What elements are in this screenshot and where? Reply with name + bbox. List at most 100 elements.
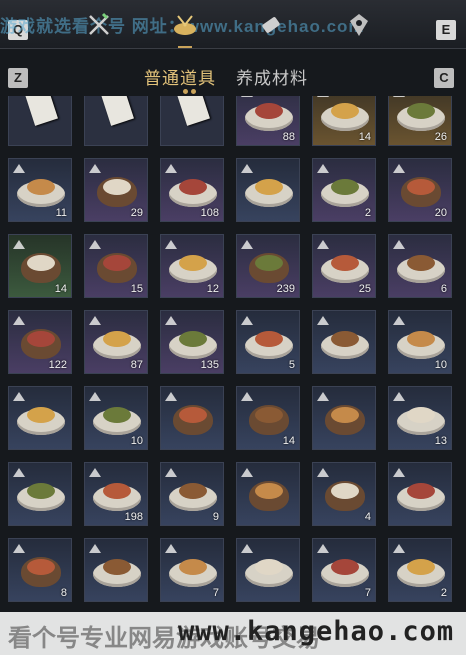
- rank-badge-icon: [317, 392, 329, 401]
- inventory-slot[interactable]: 87: [84, 310, 148, 374]
- inventory-slot[interactable]: 198: [84, 462, 148, 526]
- item-quantity: 10: [130, 435, 143, 447]
- inventory-slot[interactable]: [312, 386, 376, 450]
- item-quantity: 13: [434, 435, 447, 447]
- inventory-slot[interactable]: 108: [160, 158, 224, 222]
- inventory-slot[interactable]: [8, 462, 72, 526]
- inventory-slot[interactable]: 8: [8, 538, 72, 602]
- rank-badge-icon: [89, 240, 101, 249]
- rank-badge-icon: [13, 240, 25, 249]
- rank-badge-icon: [393, 392, 405, 401]
- watermark-bottom: 看个号专业网易游戏账号交易 www.kangehao.com: [0, 612, 466, 655]
- active-tab-indicator-2: [191, 89, 196, 94]
- item-quantity: 88: [282, 131, 295, 143]
- item-quantity: 11: [55, 207, 67, 219]
- rank-badge-icon: [393, 544, 405, 553]
- rank-badge-icon: [317, 468, 329, 477]
- inventory-slot[interactable]: 14: [312, 96, 376, 146]
- rank-badge-icon: [393, 164, 405, 173]
- item-quantity: 2: [364, 207, 371, 219]
- inventory-slot[interactable]: 12: [160, 234, 224, 298]
- tab-materials[interactable]: 养成材料: [236, 64, 308, 89]
- inventory-slot[interactable]: [8, 386, 72, 450]
- inventory-slot[interactable]: 29: [84, 158, 148, 222]
- rank-badge-icon: [89, 544, 101, 553]
- item-quantity: 10: [434, 359, 447, 371]
- key-c[interactable]: C: [434, 68, 454, 88]
- inventory-slot[interactable]: 13: [388, 386, 452, 450]
- inventory-slot[interactable]: 4: [312, 462, 376, 526]
- inventory-slot[interactable]: [160, 96, 224, 146]
- rank-badge-icon: [165, 468, 177, 477]
- rank-badge-icon: [393, 240, 405, 249]
- weapon-icon[interactable]: [86, 12, 112, 38]
- item-quantity: 108: [200, 207, 219, 219]
- item-quantity: 29: [130, 207, 143, 219]
- key-z[interactable]: Z: [8, 68, 28, 88]
- inventory-slot[interactable]: [160, 386, 224, 450]
- ticket-icon: [9, 96, 71, 145]
- inventory-slot[interactable]: 7: [160, 538, 224, 602]
- inventory-slot[interactable]: 2: [312, 158, 376, 222]
- inventory-slot[interactable]: [388, 462, 452, 526]
- inventory-slot[interactable]: 7: [312, 538, 376, 602]
- item-quantity: 6: [440, 283, 447, 295]
- item-quantity: 14: [358, 131, 371, 143]
- inventory-slot[interactable]: 10: [84, 386, 148, 450]
- rank-badge-icon: [317, 240, 329, 249]
- rank-badge-icon: [241, 96, 253, 97]
- rank-badge-icon: [165, 316, 177, 325]
- item-quantity: 12: [206, 283, 219, 295]
- inventory-slot[interactable]: 6: [388, 234, 452, 298]
- inventory-slot[interactable]: [236, 538, 300, 602]
- inventory-slot[interactable]: 11: [8, 158, 72, 222]
- watermark-top: 游戏就选看个号 网址：www.kangehao.com: [0, 17, 365, 36]
- item-quantity: 9: [212, 511, 219, 523]
- inventory-slot[interactable]: 239: [236, 234, 300, 298]
- gem-icon[interactable]: [346, 12, 372, 38]
- key-e[interactable]: E: [436, 20, 456, 40]
- item-tabs: Z 普通道具 养成材料 C: [0, 58, 466, 98]
- item-quantity: 87: [130, 359, 143, 371]
- inventory-slot[interactable]: 15: [84, 234, 148, 298]
- inventory-slot[interactable]: [8, 96, 72, 146]
- rank-badge-icon: [241, 164, 253, 173]
- rank-badge-icon: [13, 544, 25, 553]
- rank-badge-icon: [165, 164, 177, 173]
- inventory-slot[interactable]: [236, 462, 300, 526]
- item-quantity: 25: [358, 283, 371, 295]
- inventory-slot[interactable]: [236, 158, 300, 222]
- inventory-slot[interactable]: 25: [312, 234, 376, 298]
- inventory-slot[interactable]: [312, 310, 376, 374]
- item-quantity: 5: [288, 359, 295, 371]
- item-quantity: 135: [200, 359, 219, 371]
- item-quantity: 15: [130, 283, 143, 295]
- item-quantity: 4: [364, 511, 371, 523]
- inventory-slot[interactable]: 135: [160, 310, 224, 374]
- inventory-slot[interactable]: 5: [236, 310, 300, 374]
- inventory-slot[interactable]: 20: [388, 158, 452, 222]
- inventory-slot[interactable]: [84, 538, 148, 602]
- inventory-slot[interactable]: 9: [160, 462, 224, 526]
- item-quantity: 8: [60, 587, 67, 599]
- scroll-icon[interactable]: [258, 12, 284, 38]
- rank-badge-icon: [165, 544, 177, 553]
- inventory-slot[interactable]: 2: [388, 538, 452, 602]
- item-quantity: 2: [440, 587, 447, 599]
- item-quantity: 20: [434, 207, 447, 219]
- inventory-slot[interactable]: [84, 96, 148, 146]
- item-quantity: 7: [364, 587, 371, 599]
- tab-normal-items[interactable]: 普通道具: [144, 64, 216, 89]
- rank-badge-icon: [89, 164, 101, 173]
- inventory-slot[interactable]: 122: [8, 310, 72, 374]
- inventory-slot[interactable]: 14: [236, 386, 300, 450]
- inventory-slot[interactable]: 14: [8, 234, 72, 298]
- inventory-slot[interactable]: 88: [236, 96, 300, 146]
- inventory-slot[interactable]: 10: [388, 310, 452, 374]
- food-icon[interactable]: [172, 12, 198, 48]
- rank-badge-icon: [317, 316, 329, 325]
- item-quantity: 7: [212, 587, 219, 599]
- top-category-bar: Q 游戏就选看个号 网址：www.kangehao.com E: [0, 0, 466, 49]
- active-tab-indicator: [183, 89, 188, 94]
- inventory-slot[interactable]: 26: [388, 96, 452, 146]
